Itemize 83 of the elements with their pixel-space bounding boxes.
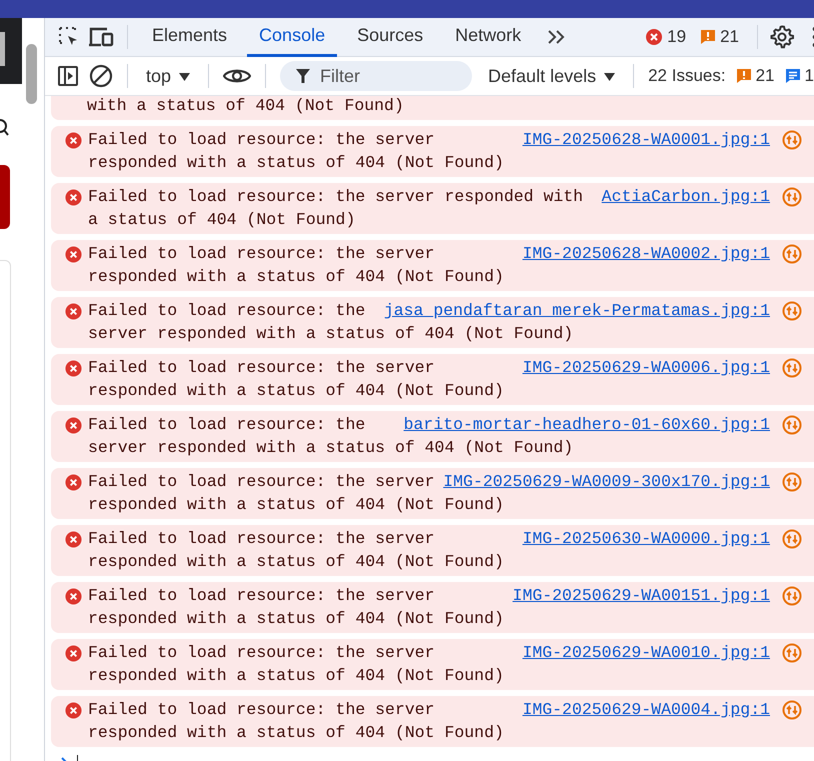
panel-tab[interactable]: Console bbox=[247, 18, 338, 56]
error-message-line: server responded with a status of 404 (Not Found) bbox=[88, 323, 574, 345]
settings-icon[interactable] bbox=[770, 25, 794, 49]
error-icon bbox=[65, 531, 82, 548]
error-message-line: responded with a status of 404 (Not Found) bbox=[88, 665, 504, 687]
error-message-line: Failed to load resource: the server bbox=[88, 699, 435, 721]
error-message-line: responded with a status of 404 (Not Found) bbox=[88, 551, 504, 573]
source-link[interactable]: IMG-20250629-WA0010.jpg:1 bbox=[522, 641, 770, 664]
panel-tab[interactable]: Sources bbox=[345, 18, 436, 56]
eye-icon[interactable] bbox=[223, 67, 252, 85]
clear-console-icon[interactable] bbox=[89, 64, 113, 88]
error-message-line: responded with a status of 404 (Not Found) bbox=[88, 266, 504, 288]
filter-icon bbox=[296, 68, 310, 84]
error-message-line: Failed to load resource: the server responded with bbox=[88, 186, 584, 208]
error-message-line: Failed to load resource: the bbox=[88, 414, 366, 436]
insights-icon[interactable] bbox=[782, 358, 802, 378]
device-icon[interactable] bbox=[89, 26, 115, 48]
error-message-line: with a status of 404 (Not Found) bbox=[87, 96, 404, 117]
error-message-line: responded with a status of 404 (Not Found) bbox=[88, 722, 504, 744]
issue-warning-count[interactable]: 21 bbox=[756, 66, 775, 86]
source-link[interactable]: IMG-20250629-WA0004.jpg:1 bbox=[522, 698, 770, 721]
error-icon bbox=[65, 588, 82, 605]
issue-info-count[interactable]: 1 bbox=[804, 66, 814, 86]
warning-icon[interactable] bbox=[700, 29, 716, 45]
sidebar-toggle-icon[interactable] bbox=[57, 65, 79, 87]
error-message-line: Failed to load resource: the server bbox=[88, 243, 435, 265]
error-message-line: Failed to load resource: the bbox=[88, 300, 366, 322]
insights-icon[interactable] bbox=[782, 301, 802, 321]
error-message-line: responded with a status of 404 (Not Found) bbox=[88, 380, 504, 402]
source-link[interactable]: IMG-20250629-WA0006.jpg:1 bbox=[522, 356, 770, 379]
info-icon[interactable] bbox=[784, 68, 801, 84]
source-link[interactable]: IMG-20250628-WA0001.jpg:1 bbox=[522, 128, 770, 151]
insights-icon[interactable] bbox=[782, 700, 802, 720]
error-icon bbox=[65, 303, 82, 320]
error-message-line: responded with a status of 404 (Not Found) bbox=[88, 608, 504, 630]
error-message-line: server responded with a status of 404 (Not Found) bbox=[88, 437, 574, 459]
warning-icon[interactable] bbox=[736, 68, 752, 84]
insights-icon[interactable] bbox=[782, 130, 802, 150]
insights-icon[interactable] bbox=[782, 472, 802, 492]
issues-label[interactable]: 22 Issues: bbox=[648, 66, 726, 86]
error-icon bbox=[65, 417, 82, 434]
panel-tab[interactable]: Network bbox=[443, 18, 534, 56]
source-link[interactable]: barito-mortar-headhero-01-60x60.jpg:1 bbox=[404, 413, 770, 436]
warning-count[interactable]: 21 bbox=[720, 27, 739, 47]
filter-field[interactable]: Filter bbox=[280, 61, 472, 91]
error-icon bbox=[65, 702, 82, 719]
error-icon[interactable] bbox=[645, 28, 664, 46]
error-message-line: Failed to load resource: the server bbox=[88, 129, 435, 151]
levels-dropdown[interactable]: Default levels bbox=[484, 66, 620, 86]
error-message-line: Failed to load resource: the server bbox=[88, 357, 435, 379]
source-link[interactable]: IMG-20250629-WA00151.jpg:1 bbox=[512, 584, 770, 607]
error-icon bbox=[65, 360, 82, 377]
page-banner bbox=[0, 165, 10, 229]
insights-icon[interactable] bbox=[782, 643, 802, 663]
error-message-line: a status of 404 (Not Found) bbox=[88, 209, 356, 231]
source-link[interactable]: jasa_pendaftaran_merek-Permatamas.jpg:1 bbox=[384, 299, 770, 322]
caret-icon bbox=[604, 73, 616, 81]
source-link[interactable]: IMG-20250628-WA0002.jpg:1 bbox=[522, 242, 770, 265]
error-count[interactable]: 19 bbox=[667, 27, 686, 47]
caret-icon bbox=[179, 73, 190, 81]
error-message-line: responded with a status of 404 (Not Found) bbox=[88, 152, 504, 174]
source-link[interactable]: IMG-20250630-WA0000.jpg:1 bbox=[522, 527, 770, 550]
page-header-block bbox=[0, 18, 22, 84]
error-icon bbox=[65, 132, 82, 149]
insights-icon[interactable] bbox=[782, 187, 802, 207]
insights-icon[interactable] bbox=[782, 529, 802, 549]
error-message-line: Failed to load resource: the server bbox=[88, 585, 435, 607]
error-message-line: Failed to load resource: the server bbox=[88, 528, 435, 550]
error-message-line: Failed to load resource: the server bbox=[88, 642, 435, 664]
panel-tab[interactable]: Elements bbox=[140, 18, 240, 56]
context-dropdown[interactable]: top bbox=[142, 66, 194, 86]
insights-icon[interactable] bbox=[782, 586, 802, 606]
search-icon bbox=[0, 118, 10, 138]
error-icon bbox=[65, 189, 82, 206]
source-link[interactable]: IMG-20250629-WA0009-300x170.jpg:1 bbox=[443, 470, 770, 493]
error-icon bbox=[65, 246, 82, 263]
error-icon bbox=[65, 474, 82, 491]
source-link[interactable]: ActiaCarbon.jpg:1 bbox=[602, 185, 770, 208]
error-message-line: Failed to load resource: the server bbox=[88, 471, 435, 493]
insights-icon[interactable] bbox=[782, 244, 802, 264]
insights-icon[interactable] bbox=[782, 415, 802, 435]
error-message-line: responded with a status of 404 (Not Found) bbox=[88, 494, 504, 516]
error-icon bbox=[65, 645, 82, 662]
